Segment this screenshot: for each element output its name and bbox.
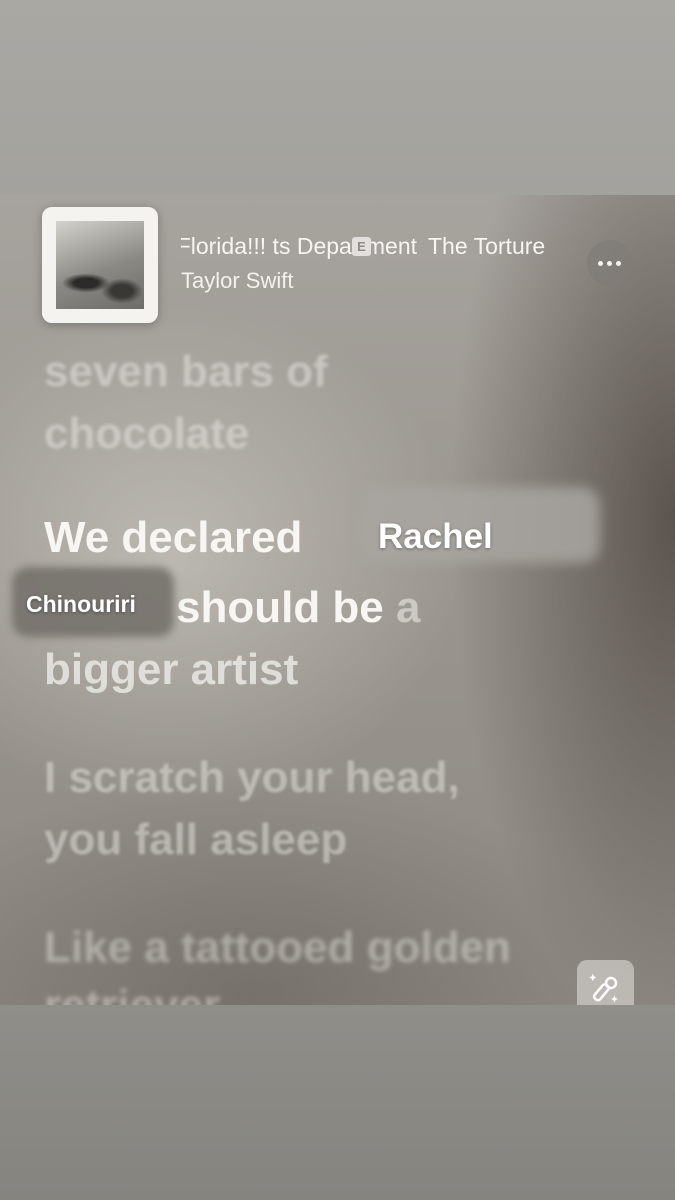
- name-sticker-chinouriri: Chinouriri: [26, 591, 136, 617]
- lyric-active-word: should be: [176, 583, 384, 632]
- lyric-line-upcoming-2[interactable]: you fall asleep: [44, 811, 347, 869]
- top-background-band: [0, 0, 675, 195]
- lyric-line-upcoming-1[interactable]: I scratch your head,: [44, 749, 460, 807]
- bottom-background-band: [0, 1005, 675, 1200]
- lyric-line-past-1[interactable]: seven bars of: [44, 343, 328, 401]
- lyric-line-far-2[interactable]: retriever: [44, 977, 220, 1005]
- lyric-line-far-1[interactable]: Like a tattooed golden: [44, 919, 511, 977]
- artist-name[interactable]: Taylor Swift: [181, 268, 293, 294]
- name-sticker-rachel: Rachel: [378, 517, 493, 556]
- album-title[interactable]: The Torture: [428, 233, 578, 260]
- lyric-active-word-dim: a: [396, 583, 421, 632]
- ellipsis-icon-dot: [607, 261, 612, 266]
- lyric-line-active-1[interactable]: We declared: [44, 509, 302, 567]
- album-art[interactable]: [42, 207, 158, 323]
- lyric-line-active-2[interactable]: should be a: [176, 579, 421, 637]
- song-title[interactable]: Florida!!! ts Department: [181, 233, 417, 260]
- ellipsis-icon: [598, 261, 603, 266]
- lyrics-screen: Florida!!! ts Department E The Torture T…: [0, 195, 675, 1005]
- explicit-badge: E: [352, 237, 371, 256]
- more-options-button[interactable]: [587, 240, 633, 286]
- microphone-sparkle-icon: [589, 973, 618, 1003]
- sing-mode-button[interactable]: [577, 960, 634, 1005]
- ellipsis-icon-dot: [616, 261, 621, 266]
- lyric-line-active-3[interactable]: bigger artist: [44, 641, 298, 699]
- album-cover-image: [56, 221, 144, 309]
- lyric-line-past-2[interactable]: chocolate: [44, 405, 249, 463]
